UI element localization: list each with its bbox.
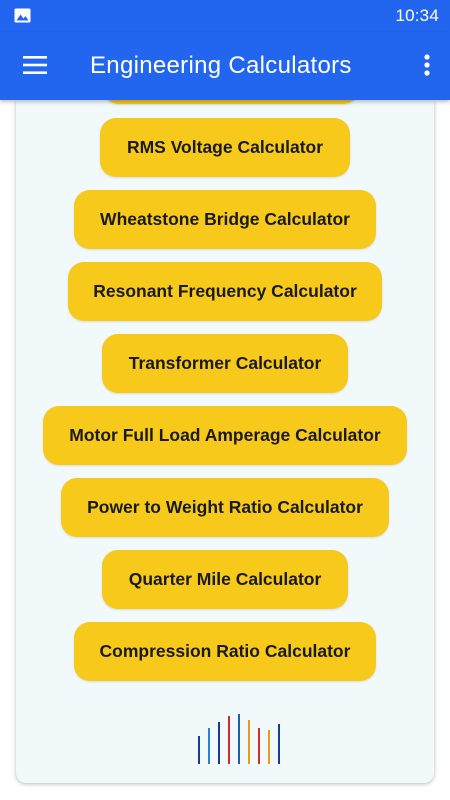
status-bar: 10:34 xyxy=(0,0,450,32)
wheatstone-bridge-calculator-button[interactable]: Wheatstone Bridge Calculator xyxy=(74,190,376,249)
image-icon xyxy=(14,8,31,23)
menu-button[interactable] xyxy=(12,42,58,88)
rms-voltage-calculator-button[interactable]: RMS Voltage Calculator xyxy=(100,118,350,177)
bars-logo-icon xyxy=(198,714,280,764)
calculator-button-partial[interactable] xyxy=(103,100,359,104)
quarter-mile-calculator-button[interactable]: Quarter Mile Calculator xyxy=(102,550,348,609)
app-title: Engineering Calculators xyxy=(90,52,352,79)
status-time: 10:34 xyxy=(395,6,439,25)
resonant-frequency-calculator-button[interactable]: Resonant Frequency Calculator xyxy=(68,262,382,321)
power-to-weight-ratio-calculator-button[interactable]: Power to Weight Ratio Calculator xyxy=(61,478,389,537)
motor-full-load-amperage-calculator-button[interactable]: Motor Full Load Amperage Calculator xyxy=(43,406,407,465)
hamburger-menu-icon xyxy=(23,56,47,74)
transformer-calculator-button[interactable]: Transformer Calculator xyxy=(102,334,348,393)
app-bar: Engineering Calculators xyxy=(0,32,450,100)
compression-ratio-calculator-button[interactable]: Compression Ratio Calculator xyxy=(74,622,376,681)
more-vert-icon xyxy=(424,54,430,76)
overflow-menu-button[interactable] xyxy=(410,42,444,88)
calculator-list-card: RMS Voltage Calculator Wheatstone Bridge… xyxy=(16,100,434,783)
